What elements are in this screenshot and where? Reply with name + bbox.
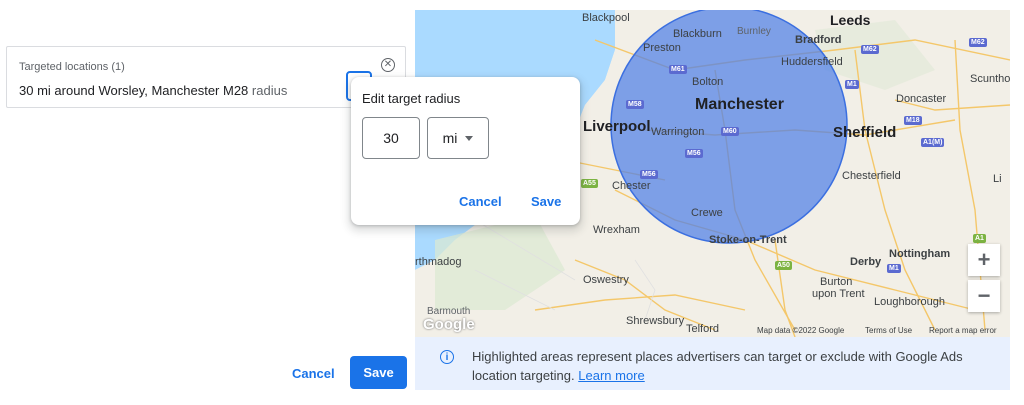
- road-a50: A50: [775, 261, 792, 270]
- unit-value: mi: [442, 130, 458, 146]
- popup-save-button[interactable]: Save: [531, 194, 561, 209]
- road-m1: M1: [845, 80, 859, 89]
- zoom-out-button[interactable]: −: [968, 280, 1000, 312]
- place-wrexham: Wrexham: [593, 224, 640, 236]
- info-text: Highlighted areas represent places adver…: [472, 347, 992, 385]
- place-burton-upon-trent: upon Trent: [812, 288, 865, 300]
- place-burton: Burton: [820, 276, 853, 288]
- place-burnley: Burnley: [737, 26, 771, 37]
- location-radius-suffix: radius: [251, 83, 288, 98]
- edit-radius-popup: Edit target radius mi Cancel Save: [351, 77, 580, 225]
- place-lincoln: Li: [993, 173, 1002, 185]
- place-stoke: Stoke-on-Trent: [709, 234, 787, 246]
- info-message: Highlighted areas represent places adver…: [472, 349, 963, 383]
- place-bradford: Bradford: [795, 34, 842, 46]
- google-logo: Google: [423, 316, 475, 333]
- popup-cancel-button[interactable]: Cancel: [459, 194, 502, 209]
- place-oswestry: Oswestry: [583, 274, 629, 286]
- place-manchester: Manchester: [695, 96, 784, 113]
- place-bolton: Bolton: [692, 76, 724, 88]
- road-m60: M60: [721, 127, 739, 136]
- road-m62-far: M62: [969, 38, 987, 47]
- zoom-in-button[interactable]: +: [968, 244, 1000, 276]
- unit-select[interactable]: mi: [427, 117, 489, 159]
- place-blackburn: Blackburn: [673, 28, 722, 40]
- learn-more-link[interactable]: Learn more: [578, 368, 644, 383]
- place-doncaster: Doncaster: [896, 93, 947, 105]
- place-chesterfield: Chesterfield: [842, 170, 901, 182]
- info-banner: i Highlighted areas represent places adv…: [415, 337, 1010, 390]
- road-a1: A1: [973, 234, 986, 243]
- place-warrington: Warrington: [651, 126, 705, 138]
- place-preston: Preston: [643, 42, 681, 54]
- road-m56-south: M56: [640, 170, 658, 179]
- place-scunthorpe: Scuntho: [970, 73, 1010, 85]
- road-m18: M18: [904, 116, 922, 125]
- place-liverpool: Liverpool: [583, 118, 651, 135]
- save-button[interactable]: Save: [350, 356, 407, 389]
- place-shrewsbury: Shrewsbury: [626, 315, 685, 327]
- road-m1-south: M1: [887, 264, 901, 273]
- place-huddersfield: Huddersfield: [781, 56, 843, 68]
- place-porthmadog: rthmadog: [415, 256, 462, 268]
- road-a1m: A1(M): [921, 138, 945, 147]
- road-m62-east: M62: [861, 45, 879, 54]
- place-derby: Derby: [850, 256, 882, 268]
- dropdown-caret-icon: [465, 135, 474, 141]
- place-chester: Chester: [612, 180, 651, 192]
- targeted-locations-title: Targeted locations (1): [19, 61, 125, 73]
- remove-location-icon[interactable]: ✕: [381, 58, 395, 72]
- targeted-location-value[interactable]: 30 mi around Worsley, Manchester M28 rad…: [19, 83, 287, 98]
- road-a55: A55: [581, 179, 598, 188]
- road-m61: M61: [669, 65, 687, 74]
- terms-of-use-link[interactable]: Terms of Use: [865, 326, 912, 335]
- place-crewe: Crewe: [691, 207, 723, 219]
- radius-input[interactable]: [362, 117, 420, 159]
- popup-title: Edit target radius: [362, 91, 461, 106]
- report-map-error-link[interactable]: Report a map error: [929, 326, 997, 335]
- location-text: 30 mi around Worsley, Manchester M28: [19, 83, 249, 98]
- place-loughborough: Loughborough: [874, 296, 945, 308]
- place-nottingham: Nottingham: [889, 248, 951, 260]
- info-icon: i: [440, 350, 454, 364]
- place-leeds: Leeds: [830, 12, 871, 28]
- map-attribution: Map data ©2022 Google: [757, 326, 845, 335]
- place-sheffield: Sheffield: [833, 124, 897, 141]
- road-m56-north: M56: [685, 149, 703, 158]
- cancel-button[interactable]: Cancel: [292, 366, 335, 381]
- place-telford: Telford: [686, 323, 720, 335]
- place-blackpool: Blackpool: [582, 12, 630, 24]
- road-m58: M58: [626, 100, 644, 109]
